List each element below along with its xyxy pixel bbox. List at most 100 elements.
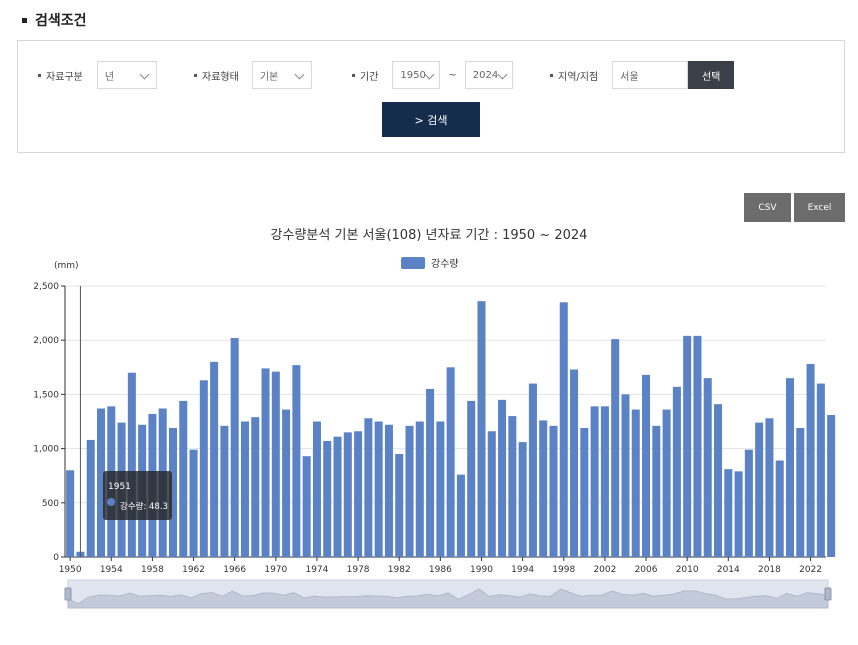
bar-1970	[271, 371, 280, 557]
bar-2009	[672, 386, 681, 557]
bar-1982	[395, 454, 404, 557]
x-tick-label-1962: 1962	[182, 565, 205, 575]
bar-2006	[642, 374, 651, 557]
bar-1952	[86, 439, 95, 557]
bar-1984	[415, 421, 424, 557]
bar-1969	[261, 368, 270, 557]
bar-2021	[796, 428, 805, 557]
bar-1975	[323, 441, 332, 557]
bar-1963	[199, 380, 208, 557]
bar-1999	[570, 369, 579, 557]
bar-1987	[446, 367, 455, 557]
x-tick-label-2002: 2002	[593, 565, 616, 575]
bar-1990	[477, 301, 486, 557]
bar-1979	[364, 418, 373, 557]
x-tick-label-1998: 1998	[552, 565, 575, 575]
x-tick-label-1966: 1966	[223, 565, 246, 575]
bar-2003	[611, 339, 620, 557]
bar-1962	[189, 449, 198, 557]
bar-2013	[714, 404, 723, 557]
x-tick-label-2014: 2014	[717, 565, 740, 575]
bar-1950	[66, 470, 75, 557]
bar-2018	[765, 418, 774, 557]
x-tick-label-1978: 1978	[347, 565, 370, 575]
bar-2004	[621, 394, 630, 557]
bar-2007	[652, 425, 661, 557]
bar-2012	[703, 378, 712, 557]
bar-2000	[580, 428, 589, 557]
bar-2010	[683, 335, 692, 557]
bar-1976	[333, 436, 342, 557]
bar-1995	[528, 383, 537, 557]
y-tick-label: 1,500	[33, 390, 59, 400]
bar-1988	[456, 474, 465, 557]
tooltip-year: 1951	[108, 482, 131, 492]
bar-1974	[312, 421, 321, 557]
x-tick-label-1970: 1970	[264, 565, 287, 575]
y-tick-label: 1,000	[33, 445, 59, 455]
bar-1956	[127, 372, 136, 557]
zoom-handle-right[interactable]	[824, 587, 832, 601]
bar-1993	[508, 416, 517, 557]
bar-1998	[559, 302, 568, 557]
zoom-handle-left[interactable]	[64, 587, 72, 601]
bar-1980	[374, 421, 383, 557]
bar-1967	[240, 421, 249, 557]
y-tick-label: 2,500	[33, 282, 59, 292]
x-tick-label-1990: 1990	[470, 565, 493, 575]
x-tick-label-2018: 2018	[758, 565, 781, 575]
x-tick-label-1982: 1982	[388, 565, 411, 575]
bar-1961	[179, 400, 188, 557]
bar-1986	[436, 421, 445, 557]
bar-2002	[600, 406, 609, 557]
y-tick-label: 500	[42, 499, 59, 509]
x-tick-label-1994: 1994	[511, 565, 534, 575]
bar-2020	[785, 378, 795, 557]
bar-2019	[775, 460, 784, 557]
bar-2016	[744, 449, 753, 557]
bar-1966	[230, 338, 239, 557]
bar-1977	[343, 432, 352, 557]
bar-1973	[302, 456, 311, 557]
x-tick-label-2022: 2022	[799, 565, 822, 575]
bar-1996	[539, 420, 548, 557]
x-tick-label-1950: 1950	[59, 565, 82, 575]
bar-1997	[549, 425, 558, 557]
bar-2014	[724, 469, 733, 557]
bar-1983	[405, 425, 414, 557]
bar-2008	[662, 409, 671, 557]
tooltip-marker	[107, 498, 115, 506]
y-tick-label: 2,000	[33, 336, 59, 346]
bar-1978	[354, 431, 363, 557]
bar-2011	[693, 335, 702, 557]
x-tick-label-1954: 1954	[100, 565, 123, 575]
bar-undefined	[827, 414, 836, 557]
bar-1965	[220, 425, 229, 557]
precipitation-bar-chart: 0 500 1,000 1,500 2,000 2,500 (mm) 1950 1954 1958…	[33, 261, 836, 609]
bar-1985	[426, 388, 435, 557]
x-tick-label-1974: 1974	[305, 565, 328, 575]
tooltip-box	[103, 471, 172, 520]
bar-2005	[631, 409, 640, 557]
bar-1981	[384, 424, 393, 557]
x-tick-label-2006: 2006	[635, 565, 658, 575]
x-tick-label-1986: 1986	[429, 565, 452, 575]
bar-2001	[590, 406, 599, 557]
bar-2015	[734, 471, 743, 557]
tooltip-value: 강수량: 48.3	[120, 501, 168, 512]
bar-2023	[816, 383, 825, 557]
bar-2017	[755, 422, 764, 557]
bar-1968	[251, 417, 260, 557]
bar-1989	[467, 400, 476, 557]
bar-2022	[806, 364, 815, 557]
y-tick-label: 0	[53, 553, 59, 563]
y-axis-unit-label: (mm)	[54, 261, 79, 271]
x-tick-label-2010: 2010	[676, 565, 699, 575]
x-tick-label-1958: 1958	[141, 565, 164, 575]
bar-1991	[487, 431, 496, 557]
bar-1992	[498, 399, 507, 557]
bar-1994	[518, 442, 527, 557]
bar-1964	[210, 361, 219, 557]
bar-1972	[292, 365, 301, 557]
bar-1971	[282, 409, 291, 557]
